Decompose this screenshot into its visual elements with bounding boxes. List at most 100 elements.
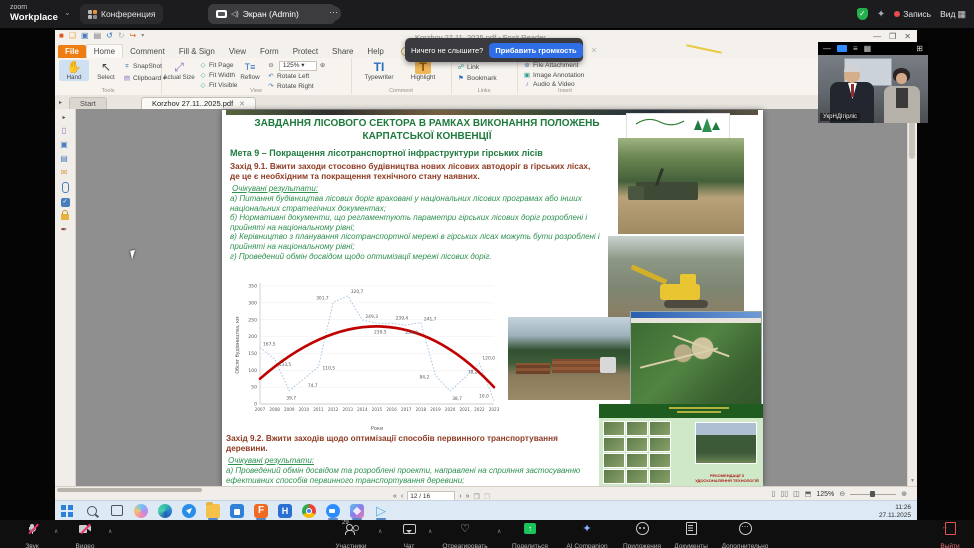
- hand-tool-button[interactable]: ✋ Hand: [59, 60, 89, 81]
- chat-button[interactable]: Чат: [394, 522, 424, 548]
- tab-file[interactable]: File: [58, 45, 86, 58]
- taskbar-icon-foxit[interactable]: F: [254, 504, 268, 518]
- page-thumbnails-icon[interactable]: ▯: [55, 126, 73, 135]
- close-icon[interactable]: ✕: [904, 32, 911, 41]
- typewriter-button[interactable]: TI Typewriter: [359, 60, 399, 81]
- sidebar-expand-icon[interactable]: ▸: [55, 114, 73, 121]
- tab-view[interactable]: View: [222, 45, 253, 58]
- video-options-chevron-icon[interactable]: ∧: [108, 528, 112, 535]
- increase-volume-button[interactable]: Прибавить громкость: [489, 43, 582, 58]
- highlight-button[interactable]: T Highlight: [403, 60, 443, 81]
- react-button[interactable]: ♡ Отреагировать: [436, 522, 494, 548]
- tab-fill-sign[interactable]: Fill & Sign: [172, 45, 222, 58]
- status-zoom-value[interactable]: 125%: [816, 491, 834, 498]
- doc-tab-close-icon[interactable]: ✕: [239, 101, 245, 108]
- open-folder-icon[interactable]: ❏: [69, 31, 76, 40]
- zoom-out-magnifier-icon[interactable]: ⊖: [267, 61, 275, 69]
- security-lock-icon[interactable]: [61, 214, 69, 220]
- taskbar-icon-file-explorer[interactable]: [206, 504, 220, 518]
- single-page-view-icon[interactable]: ▯: [772, 490, 776, 498]
- taskbar-icon-search[interactable]: [87, 506, 97, 516]
- tab-scroll-arrow-icon[interactable]: ▸: [59, 99, 62, 106]
- notification-close-icon[interactable]: ✕: [591, 46, 598, 55]
- more-button[interactable]: ⋯ Дополнительно: [716, 522, 774, 548]
- popout-icon[interactable]: ⊞: [916, 44, 923, 53]
- facing-view-icon[interactable]: ◫: [793, 490, 800, 498]
- taskbar-icon-copilot[interactable]: [134, 504, 148, 518]
- fit-page-button[interactable]: ◇Fit Page: [199, 61, 234, 69]
- tab-conference[interactable]: Конференция: [80, 4, 163, 24]
- tab-share[interactable]: Share: [325, 45, 360, 58]
- redo-icon[interactable]: ↻: [118, 31, 125, 40]
- save-icon[interactable]: ▣: [81, 31, 89, 40]
- next-page-icon[interactable]: ›: [459, 493, 461, 500]
- clipboard-button[interactable]: ▤Clipboard ▾: [123, 74, 166, 82]
- minimize-icon[interactable]: —: [873, 32, 881, 41]
- zoom-control[interactable]: ⊖ 125% ▾ ⊕: [267, 61, 329, 71]
- participants-button[interactable]: 29 Участники: [328, 522, 374, 548]
- record-indicator[interactable]: Запись: [894, 9, 931, 19]
- snapshot-button[interactable]: ⌗SnapShot: [123, 63, 162, 71]
- list-view-icon[interactable]: ≡: [853, 44, 858, 53]
- tab-form[interactable]: Form: [253, 45, 286, 58]
- reflow-button[interactable]: T≡ Reflow: [237, 60, 263, 81]
- video-thumbnail-overlay[interactable]: — ≡ ▦ ⊞ УкрНДІгірліс: [818, 42, 928, 123]
- rotate-left-button[interactable]: ↶Rotate Left: [267, 72, 309, 80]
- horizontal-scrollbar-thumb[interactable]: [57, 488, 202, 492]
- tab-protect[interactable]: Protect: [286, 45, 325, 58]
- more-ellipsis-icon[interactable]: ⋯: [326, 6, 341, 21]
- signature-icon[interactable]: ✒: [55, 225, 73, 234]
- undo-icon[interactable]: ↺: [106, 31, 113, 40]
- tab-comment[interactable]: Comment: [123, 45, 172, 58]
- taskbar-icon-edge[interactable]: [158, 504, 172, 518]
- zoom-value-box[interactable]: 125% ▾: [279, 61, 317, 71]
- leave-button[interactable]: Выйти: [934, 522, 966, 548]
- share-button[interactable]: ↑ Поделиться: [506, 522, 554, 548]
- attachments-icon[interactable]: [62, 182, 69, 193]
- tab-help[interactable]: Help: [360, 45, 390, 58]
- bookmark-button[interactable]: ⚑Bookmark: [457, 74, 497, 82]
- documents-button[interactable]: Документы: [668, 522, 714, 548]
- tab-screen-share[interactable]: ◁) Экран (Admin): [208, 4, 336, 24]
- apps-button[interactable]: Приложения: [618, 522, 666, 548]
- scrollbar-thumb[interactable]: [909, 121, 915, 159]
- chat-chevron-icon[interactable]: ∧: [428, 528, 432, 535]
- layers-icon[interactable]: ▤: [55, 154, 73, 163]
- image-annotation-button[interactable]: ▣Image Annotation: [523, 71, 584, 79]
- share-mail-icon[interactable]: ↪: [130, 31, 137, 40]
- zoom-in-icon[interactable]: ⊕: [901, 490, 907, 498]
- taskbar-clock[interactable]: 11:26 27.11.2025: [879, 504, 911, 519]
- taskbar-icon-zoom[interactable]: [326, 504, 340, 518]
- actual-size-button[interactable]: ⤢ Actual Size: [163, 60, 195, 81]
- qat-dropdown-icon[interactable]: ▾: [141, 32, 144, 39]
- fit-view-icon[interactable]: ⬒: [805, 490, 812, 498]
- zoom-out-icon[interactable]: ⊖: [839, 490, 845, 498]
- file-attachment-button[interactable]: ⊕File Attachment: [523, 61, 578, 69]
- taskbar-icon-blue-app[interactable]: [182, 504, 196, 518]
- react-chevron-icon[interactable]: ∧: [497, 528, 501, 535]
- participants-chevron-icon[interactable]: ∧: [378, 528, 382, 535]
- video-button[interactable]: Видео: [66, 522, 104, 548]
- continuous-view-icon[interactable]: ▯▯: [780, 490, 788, 498]
- speaker-view-icon[interactable]: [837, 45, 847, 52]
- sparkle-icon[interactable]: ✦: [877, 9, 885, 20]
- previous-page-icon[interactable]: ‹: [401, 493, 403, 500]
- audio-options-chevron-icon[interactable]: ∧: [54, 528, 58, 535]
- select-tool-button[interactable]: ↖ Select: [91, 60, 121, 81]
- taskbar-icon-chrome[interactable]: [302, 504, 316, 518]
- view-button[interactable]: Вид▦: [940, 9, 966, 20]
- first-page-icon[interactable]: «: [393, 493, 397, 500]
- certificates-icon[interactable]: ✓: [61, 198, 70, 207]
- tab-home[interactable]: Home: [86, 44, 123, 58]
- taskbar-icon-media-player[interactable]: ▷: [374, 504, 388, 518]
- zoom-slider[interactable]: [850, 494, 896, 495]
- taskbar-icon-photos[interactable]: [350, 504, 364, 518]
- zoom-in-magnifier-icon[interactable]: ⊕: [319, 61, 327, 69]
- chevron-down-icon[interactable]: ⌄: [64, 8, 71, 17]
- audio-video-button[interactable]: ♪Audio & Video: [523, 81, 575, 88]
- taskbar-icon-start[interactable]: [60, 504, 74, 518]
- audio-button[interactable]: Звук: [14, 522, 50, 548]
- minimize-video-icon[interactable]: —: [823, 44, 831, 53]
- taskbar-icon-store[interactable]: [230, 504, 244, 518]
- zoom-slider-knob[interactable]: [870, 491, 875, 497]
